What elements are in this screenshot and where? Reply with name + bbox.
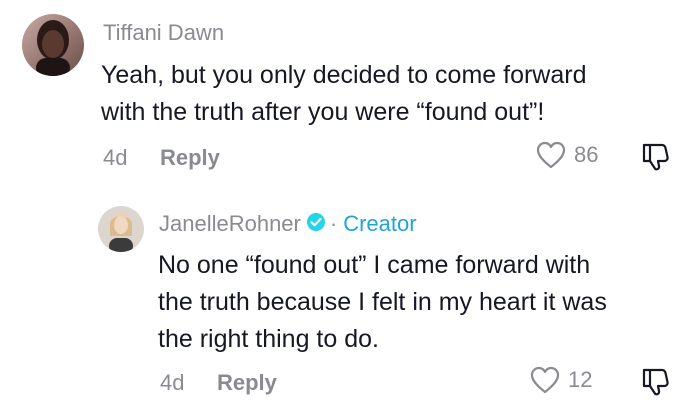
reply-text-line-3: the right thing to do.: [158, 325, 379, 353]
reply-button[interactable]: Reply: [160, 145, 220, 171]
reply-header: JanelleRohner · Creator: [159, 211, 417, 237]
avatar-image: [22, 14, 84, 76]
dislike-button[interactable]: [640, 141, 670, 171]
reply-like-count: 12: [568, 367, 593, 392]
reply-dislike-button[interactable]: [640, 366, 670, 396]
reply-like-button[interactable]: 12: [530, 366, 592, 394]
reply-avatar-image: [98, 206, 144, 252]
comment-text-line-2: with the truth after you were “found out…: [101, 98, 545, 126]
like-button[interactable]: 86: [536, 141, 598, 169]
heart-icon: [530, 366, 560, 394]
heart-icon: [536, 141, 566, 169]
reply-reply-button[interactable]: Reply: [217, 370, 277, 396]
reply-avatar[interactable]: [98, 206, 144, 252]
reply-username[interactable]: JanelleRohner: [159, 211, 301, 237]
separator-dot: ·: [329, 211, 338, 236]
reply-time: 4d: [160, 370, 185, 395]
reply-text-line-2: the truth because I felt in my heart it …: [158, 288, 607, 316]
dislike-icon: [640, 141, 670, 171]
dislike-icon: [640, 366, 670, 396]
avatar[interactable]: [22, 14, 84, 76]
comment-text-line-1: Yeah, but you only decided to come forwa…: [101, 61, 587, 89]
comment-time: 4d: [103, 145, 128, 170]
verified-icon: [306, 212, 326, 237]
creator-badge: Creator: [343, 211, 417, 236]
comment-username[interactable]: Tiffani Dawn: [103, 20, 224, 46]
reply-text-line-1: No one “found out” I came forward with: [158, 251, 591, 279]
like-count: 86: [574, 142, 599, 167]
